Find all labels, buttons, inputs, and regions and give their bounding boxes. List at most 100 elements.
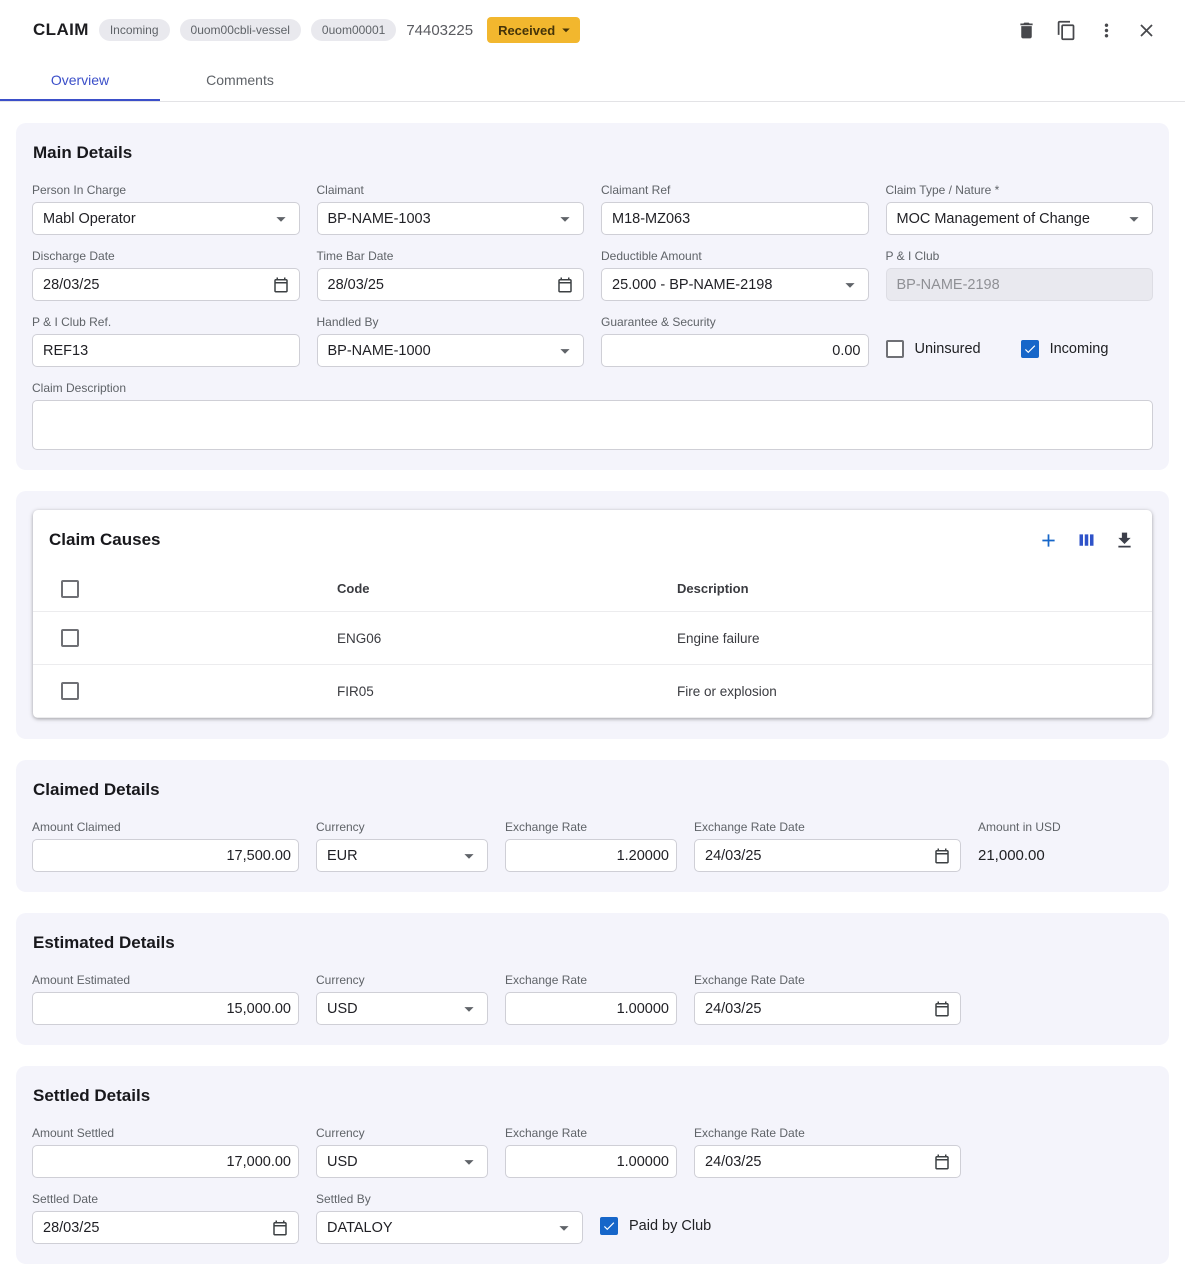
columns-icon	[1076, 530, 1097, 551]
main-details-section: Main Details Person In Charge Mabl Opera…	[16, 123, 1169, 470]
paid-by-club-label: Paid by Club	[629, 1218, 711, 1234]
discharge-date-label: Discharge Date	[32, 249, 300, 263]
incoming-checkbox[interactable]: Incoming	[1021, 340, 1109, 358]
settled-date-input[interactable]	[43, 1220, 269, 1236]
delete-button[interactable]	[1007, 11, 1045, 49]
field-deductible-amount: Deductible Amount 25.000 - BP-NAME-2198	[601, 249, 869, 301]
calendar-icon[interactable]	[269, 1217, 291, 1239]
paid-by-club-checkbox[interactable]: Paid by Club	[600, 1217, 711, 1235]
settled-exchange-rate-date-input[interactable]	[705, 1154, 931, 1170]
amount-settled-input[interactable]	[43, 1154, 291, 1170]
currency-label: Currency	[316, 820, 488, 834]
field-claimed-exchange-rate-date: Exchange Rate Date	[694, 820, 961, 872]
trash-icon	[1016, 20, 1037, 41]
chevron-down-icon	[458, 998, 480, 1020]
field-amount-estimated: Amount Estimated	[32, 973, 299, 1025]
more-options-button[interactable]	[1087, 11, 1125, 49]
uninsured-checkbox[interactable]: Uninsured	[886, 340, 981, 358]
settled-exchange-rate-date-field	[694, 1145, 961, 1178]
tab-overview[interactable]: Overview	[0, 60, 160, 101]
row-checkbox[interactable]	[61, 682, 79, 700]
select-all-checkbox[interactable]	[61, 580, 79, 598]
field-settled-date: Settled Date	[32, 1192, 299, 1244]
row-checkbox[interactable]	[61, 629, 79, 647]
claim-causes-actions	[1032, 524, 1140, 556]
field-estimated-currency: Currency USD	[316, 973, 488, 1025]
claimed-exchange-rate-date-input[interactable]	[705, 848, 931, 864]
handled-by-select[interactable]: BP-NAME-1000	[317, 334, 585, 367]
discharge-date-input[interactable]	[43, 277, 270, 293]
estimated-exchange-rate-field	[505, 992, 677, 1025]
estimated-details-section: Estimated Details Amount Estimated Curre…	[16, 913, 1169, 1045]
claim-type-select[interactable]: MOC Management of Change	[886, 202, 1154, 235]
tab-comments[interactable]: Comments	[160, 60, 320, 101]
copy-button[interactable]	[1047, 11, 1085, 49]
copy-icon	[1056, 20, 1077, 41]
calendar-icon[interactable]	[554, 274, 576, 296]
deductible-amount-select[interactable]: 25.000 - BP-NAME-2198	[601, 268, 869, 301]
estimated-currency-select[interactable]: USD	[316, 992, 488, 1025]
claim-type-label: Claim Type / Nature *	[886, 183, 1154, 197]
settled-currency-select[interactable]: USD	[316, 1145, 488, 1178]
table-row[interactable]: FIR05 Fire or explosion	[33, 665, 1152, 718]
amount-claimed-input[interactable]	[43, 848, 291, 864]
status-dropdown[interactable]: Received	[487, 17, 580, 43]
field-person-in-charge: Person In Charge Mabl Operator	[32, 183, 300, 235]
estimated-exchange-rate-input[interactable]	[516, 1001, 669, 1017]
claimant-ref-input[interactable]	[612, 211, 861, 227]
field-claimant-ref: Claimant Ref	[601, 183, 869, 235]
field-claimant: Claimant BP-NAME-1003	[317, 183, 585, 235]
settled-exchange-rate-field	[505, 1145, 677, 1178]
close-button[interactable]	[1127, 11, 1165, 49]
section-title-settled-details: Settled Details	[33, 1086, 1153, 1106]
checkbox-checked-icon	[1021, 340, 1039, 358]
claimed-currency-select[interactable]: EUR	[316, 839, 488, 872]
estimated-exchange-rate-date-input[interactable]	[705, 1001, 931, 1017]
time-bar-date-input[interactable]	[328, 277, 555, 293]
settled-by-label: Settled By	[316, 1192, 583, 1206]
claim-causes-table-header: Code Description	[33, 566, 1152, 612]
claim-causes-section: Claim Causes Code Description	[16, 491, 1169, 739]
chevron-down-icon	[554, 340, 576, 362]
status-badge: Received	[498, 23, 555, 38]
amount-estimated-input[interactable]	[43, 1001, 291, 1017]
amount-claimed-label: Amount Claimed	[32, 820, 299, 834]
claimant-select[interactable]: BP-NAME-1003	[317, 202, 585, 235]
toolbar-actions	[1007, 11, 1165, 49]
calendar-icon[interactable]	[931, 998, 953, 1020]
claim-causes-title: Claim Causes	[49, 530, 161, 550]
calendar-icon[interactable]	[270, 274, 292, 296]
field-estimated-exchange-rate: Exchange Rate	[505, 973, 677, 1025]
calendar-icon[interactable]	[931, 1151, 953, 1173]
field-claim-flags: Uninsured Incoming	[886, 315, 1154, 367]
claim-description-input[interactable]	[32, 400, 1153, 450]
deductible-amount-label: Deductible Amount	[601, 249, 869, 263]
person-in-charge-select[interactable]: Mabl Operator	[32, 202, 300, 235]
settled-exchange-rate-input[interactable]	[516, 1154, 669, 1170]
cause-description: Fire or explosion	[677, 684, 1152, 699]
uninsured-label: Uninsured	[915, 341, 981, 357]
table-row[interactable]: ENG06 Engine failure	[33, 612, 1152, 665]
section-title-claimed-details: Claimed Details	[33, 780, 1153, 800]
calendar-icon[interactable]	[931, 845, 953, 867]
exchange-rate-date-label: Exchange Rate Date	[694, 1126, 961, 1140]
chevron-down-icon	[839, 274, 861, 296]
field-settled-by: Settled By DATALOY	[316, 1192, 583, 1244]
download-button[interactable]	[1108, 524, 1140, 556]
section-title-estimated-details: Estimated Details	[33, 933, 1153, 953]
chevron-down-icon	[458, 845, 480, 867]
guarantee-security-input[interactable]	[612, 343, 861, 359]
tab-bar: Overview Comments	[0, 60, 1185, 102]
columns-settings-button[interactable]	[1070, 524, 1102, 556]
claimed-exchange-rate-date-field	[694, 839, 961, 872]
field-guarantee-security: Guarantee & Security	[601, 315, 869, 367]
add-claim-cause-button[interactable]	[1032, 524, 1064, 556]
column-header-description: Description	[677, 581, 1152, 596]
kebab-menu-icon	[1096, 20, 1117, 41]
exchange-rate-label: Exchange Rate	[505, 973, 677, 987]
pi-club-ref-input[interactable]	[43, 343, 292, 359]
claimed-exchange-rate-input[interactable]	[516, 848, 669, 864]
section-title-main-details: Main Details	[33, 143, 1153, 163]
amount-in-usd-value: 21,000.00	[978, 839, 1153, 864]
settled-by-select[interactable]: DATALOY	[316, 1211, 583, 1244]
